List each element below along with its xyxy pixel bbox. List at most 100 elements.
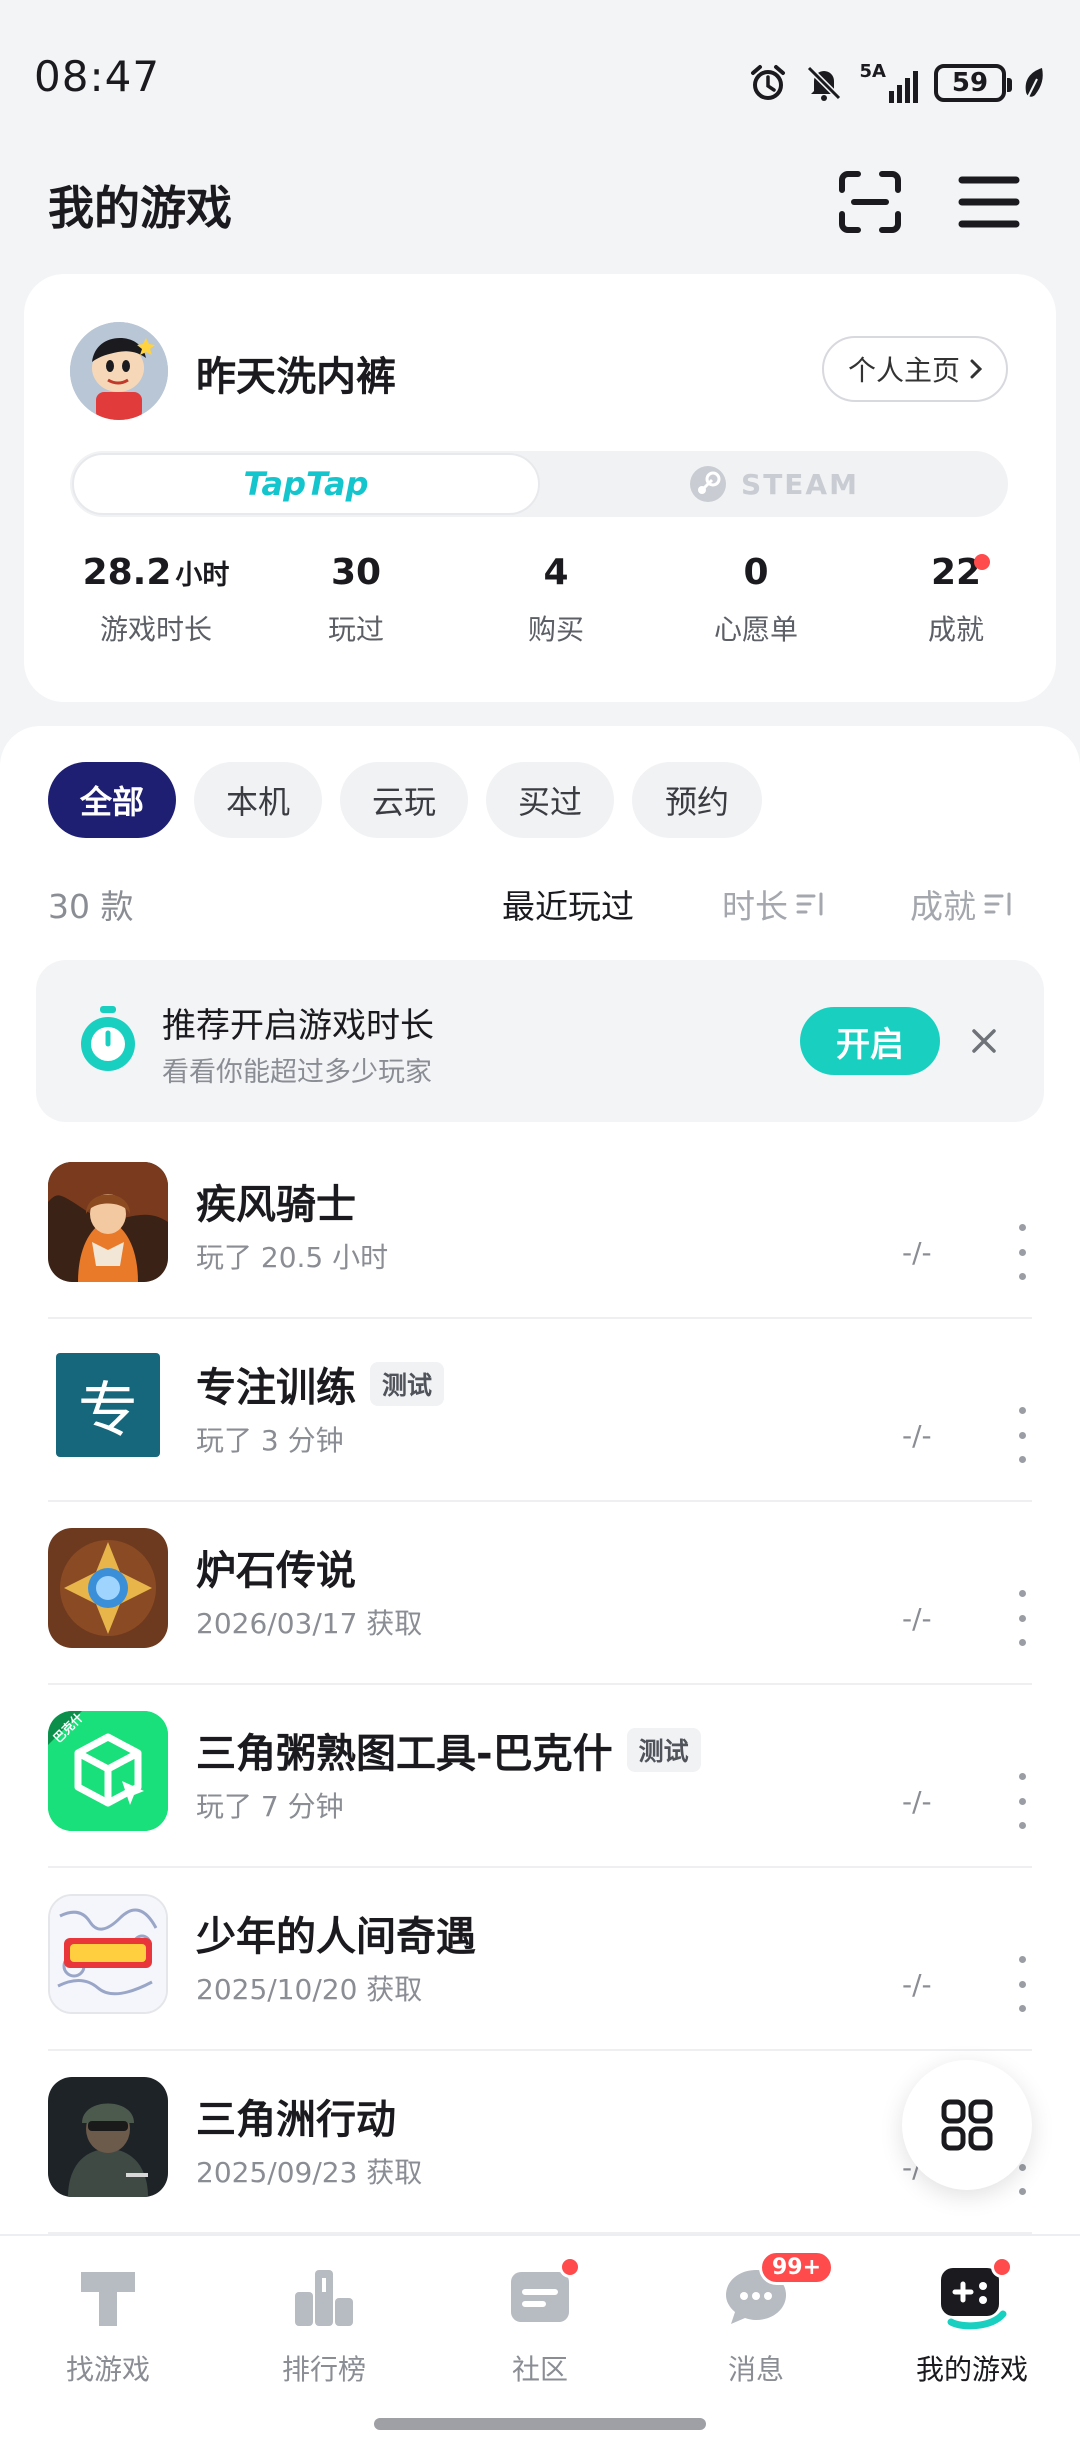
game-row[interactable]: 巴克什 三角粥熟图工具-巴克什 测试 玩了 7 分钟 -/-	[0, 1711, 1080, 1894]
game-title: 炉石传说	[196, 1548, 356, 1594]
close-icon	[972, 1029, 996, 1053]
game-name: 专注训练 测试	[196, 1355, 445, 1413]
stat-achievements[interactable]: 22 成就	[856, 552, 1056, 648]
game-title: 疾风骑士	[196, 1182, 356, 1228]
stat-wishlist[interactable]: 0 心愿单	[656, 552, 856, 648]
filter-chip-bought[interactable]: 买过	[486, 762, 614, 838]
enable-playtime-button[interactable]: 开启	[800, 1007, 940, 1075]
game-icon-knight	[48, 1162, 168, 1282]
stat-label: 购买	[527, 613, 584, 646]
ranking-icon	[295, 2270, 353, 2326]
game-row[interactable]: 炉石传说 2026/03/17 获取 -/-	[0, 1528, 1080, 1711]
homepage-button[interactable]: 个人主页	[822, 336, 1008, 402]
game-row[interactable]: 专 专注训练 测试 玩了 3 分钟 -/-	[0, 1345, 1080, 1528]
test-tag: 测试	[370, 1362, 445, 1406]
divider	[48, 2049, 1032, 2051]
scan-icon	[839, 171, 901, 233]
nav-find-games[interactable]: 找游戏	[0, 2262, 216, 2388]
nav-community[interactable]: 社区	[432, 2256, 648, 2388]
banner-close-button[interactable]	[964, 1021, 1004, 1061]
steam-label: STEAM	[741, 467, 859, 501]
nav-ranking[interactable]: 排行榜	[216, 2262, 432, 2388]
stat-played[interactable]: 30 玩过	[256, 552, 456, 648]
filter-chip-reserved[interactable]: 预约	[632, 762, 762, 838]
game-meta: 2025/09/23 获取	[196, 2156, 423, 2189]
home-indicator	[374, 2418, 706, 2430]
banner-subtitle: 看看你能超过多少玩家	[162, 1057, 432, 1088]
stat-purchased[interactable]: 4 购买	[456, 552, 656, 648]
game-score: -/-	[902, 1602, 932, 1635]
sort-duration[interactable]: 时长	[722, 880, 826, 928]
stat-value: 22	[930, 552, 982, 593]
sort-recent[interactable]: 最近玩过	[502, 880, 634, 928]
game-score: -/-	[902, 1785, 932, 1818]
chevron-right-icon	[970, 359, 982, 379]
avatar[interactable]	[70, 322, 168, 420]
divider	[48, 1317, 1032, 1319]
network-type: 5A	[859, 61, 886, 82]
game-meta: 2025/10/20 获取	[196, 1973, 423, 2006]
divider	[48, 1500, 1032, 1502]
username: 昨天洗内裤	[196, 354, 396, 400]
sort-label: 最近玩过	[502, 887, 634, 926]
signal-icon: 5A	[860, 63, 918, 103]
stat-label: 成就	[927, 613, 984, 646]
sort-icon	[984, 892, 1011, 916]
test-tag: 测试	[626, 1728, 701, 1772]
game-icon-delta	[48, 2077, 168, 2197]
platform-tab-taptap[interactable]: TapTap	[72, 453, 540, 515]
more-options-button[interactable]	[1016, 1590, 1028, 1646]
platform-tab-steam[interactable]: STEAM	[540, 453, 1008, 515]
more-options-button[interactable]	[1016, 1773, 1028, 1829]
game-name: 三角粥熟图工具-巴克什 测试	[196, 1721, 701, 1779]
stopwatch-icon	[81, 1006, 135, 1071]
grid-icon	[941, 2099, 993, 2151]
stat-value: 0	[743, 552, 769, 593]
filter-chip-cloud[interactable]: 云玩	[340, 762, 468, 838]
game-count: 30 款	[48, 887, 134, 926]
game-icon-journey	[48, 1894, 168, 2014]
divider	[48, 1866, 1032, 1868]
game-title: 专注训练	[196, 1365, 356, 1411]
game-meta: 玩了 20.5 小时	[196, 1241, 389, 1274]
scan-button[interactable]	[838, 170, 902, 234]
stat-label: 心愿单	[713, 613, 798, 646]
game-row[interactable]: 疾风骑士 玩了 20.5 小时 -/-	[0, 1162, 1080, 1345]
filter-chip-all[interactable]: 全部	[48, 762, 176, 838]
stat-unit: 小时	[175, 560, 230, 591]
game-meta: 玩了 3 分钟	[196, 1424, 344, 1457]
journey-art-icon	[50, 1896, 166, 2012]
menu-button[interactable]	[958, 172, 1020, 232]
nav-label: 我的游戏	[915, 2353, 1028, 2386]
nav-my-games[interactable]: 我的游戏	[864, 2256, 1080, 2388]
stat-value: 4	[543, 552, 569, 593]
game-title: 三角洲行动	[196, 2097, 396, 2143]
sort-achievements[interactable]: 成就	[910, 880, 1014, 928]
nav-label: 排行榜	[281, 2353, 366, 2386]
nav-label: 社区	[511, 2353, 568, 2386]
hearthstone-icon	[48, 1528, 168, 1648]
game-score: -/-	[902, 1419, 932, 1452]
more-options-button[interactable]	[1016, 1407, 1028, 1463]
leaf-icon	[1025, 68, 1043, 98]
game-name: 疾风骑士	[196, 1172, 356, 1230]
game-row[interactable]: 少年的人间奇遇 2025/10/20 获取 -/-	[0, 1894, 1080, 2077]
game-name: 三角洲行动	[196, 2087, 396, 2145]
stat-label: 玩过	[327, 613, 384, 646]
filter-chip-local[interactable]: 本机	[194, 762, 322, 838]
community-badge-dot	[559, 2256, 581, 2278]
more-options-button[interactable]	[1016, 1956, 1028, 2012]
stat-value: 28.2	[82, 552, 172, 593]
more-options-button[interactable]	[1016, 1224, 1028, 1280]
my-games-badge-dot	[991, 2256, 1013, 2278]
mute-bell-icon	[806, 65, 841, 101]
stat-value: 30	[330, 552, 382, 593]
stat-playtime[interactable]: 28.2 小时 游戏时长	[56, 552, 256, 648]
grid-view-button[interactable]	[902, 2060, 1032, 2190]
page-title: 我的游戏	[48, 181, 232, 235]
stat-label: 游戏时长	[99, 613, 212, 646]
game-icon-hearthstone	[48, 1528, 168, 1648]
nav-messages[interactable]: 99+ 消息	[648, 2250, 864, 2388]
focus-icon-glyph: 专	[78, 1375, 138, 1446]
status-icons: 5A 59	[748, 58, 1046, 108]
